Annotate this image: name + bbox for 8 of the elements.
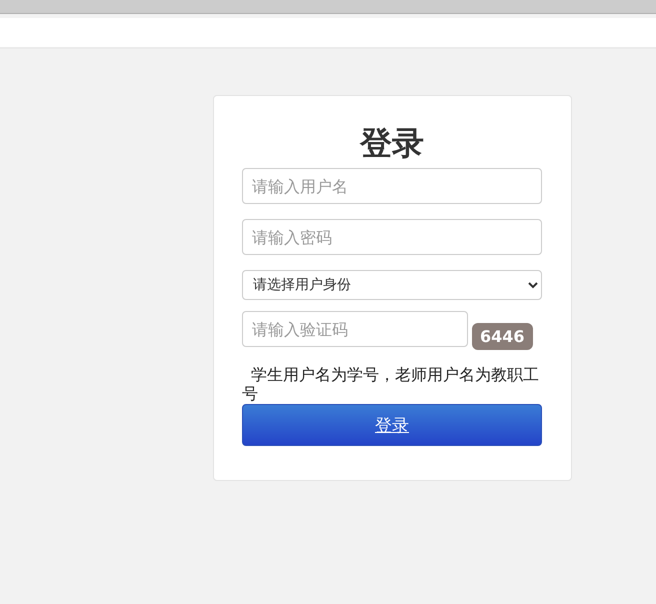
username-field[interactable]: 请输入用户名 [242,168,542,204]
hint-text: 学生用户名为学号，老师用户名为教职工号 [242,365,540,403]
password-field[interactable]: 请输入密码 [242,219,542,255]
form-title: 登录 [358,126,425,160]
captcha-field[interactable]: 请输入验证码 [242,311,468,347]
role-dropdown[interactable]: 请选择用户身份 [242,270,542,300]
login-button[interactable]: 登录 [242,404,542,446]
captcha-code[interactable]: 6446 [472,323,533,350]
